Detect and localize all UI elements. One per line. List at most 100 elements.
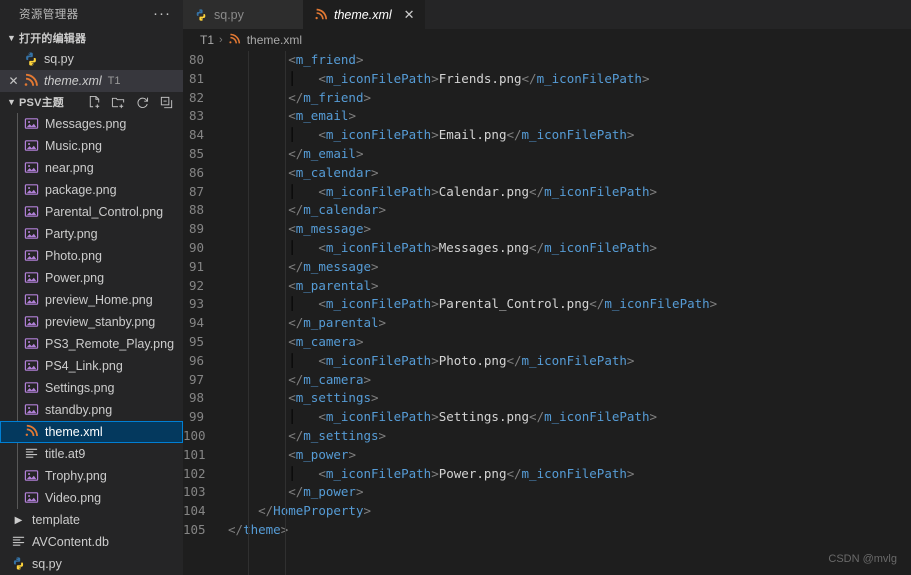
code-line[interactable]: 97 </m_camera> xyxy=(183,371,911,390)
open-editors-header[interactable]: ▼ 打开的编辑器 xyxy=(0,27,183,48)
close-icon[interactable]: ✕ xyxy=(404,7,415,23)
code-line[interactable]: 83 <m_email> xyxy=(183,107,911,126)
file-tree-item-label: Settings.png xyxy=(45,381,115,396)
tab-theme-xml[interactable]: theme.xml ✕ xyxy=(303,0,425,29)
code-line[interactable]: 85 </m_email> xyxy=(183,145,911,164)
code-line[interactable]: 93 │ <m_iconFilePath>Parental_Control.pn… xyxy=(183,295,911,314)
refresh-icon[interactable] xyxy=(135,95,150,110)
code-line[interactable]: 80 <m_friend> xyxy=(183,51,911,70)
file-tree-item[interactable]: package.png xyxy=(0,179,183,202)
generic-file-icon xyxy=(11,534,27,550)
tab-bar-empty-space xyxy=(424,0,911,29)
code-line-content: <m_settings> xyxy=(288,390,379,406)
line-number: 101 xyxy=(183,446,206,462)
file-tree-item[interactable]: Party.png xyxy=(0,223,183,246)
file-tree-item[interactable]: Trophy.png xyxy=(0,465,183,488)
open-editor-label: theme.xml xyxy=(44,73,102,88)
code-editor[interactable]: 80 <m_friend> 81 │ <m_iconFilePath>Friend… xyxy=(183,51,911,575)
image-file-icon xyxy=(24,270,40,286)
code-line[interactable]: 103 </m_power> xyxy=(183,483,911,502)
open-editor-item-theme-xml[interactable]: ✕ theme.xml T1 xyxy=(0,70,183,92)
line-number: 82 xyxy=(188,89,204,105)
file-tree-item[interactable]: Power.png xyxy=(0,267,183,290)
file-tree-item-label: AVContent.db xyxy=(32,535,109,550)
folding-divider xyxy=(285,51,286,575)
line-number: 96 xyxy=(188,352,204,368)
code-line[interactable]: 99 │ <m_iconFilePath>Settings.png</m_ico… xyxy=(183,408,911,427)
line-number: 94 xyxy=(188,315,204,331)
code-line[interactable]: 91 </m_message> xyxy=(183,258,911,277)
code-line[interactable]: 88 </m_calendar> xyxy=(183,201,911,220)
code-line-content: │ <m_iconFilePath>Power.png</m_iconFileP… xyxy=(228,465,635,481)
tab-sq-py[interactable]: sq.py xyxy=(183,0,303,29)
breadcrumb-file[interactable]: theme.xml xyxy=(247,33,302,47)
file-tree-item[interactable]: Video.png xyxy=(0,487,183,510)
line-number: 97 xyxy=(188,371,204,387)
file-tree-item[interactable]: preview_stanby.png xyxy=(0,311,183,334)
line-number: 84 xyxy=(188,127,204,143)
code-line[interactable]: 94 </m_parental> xyxy=(183,314,911,333)
new-folder-icon[interactable] xyxy=(111,95,126,110)
file-tree-item-label: Video.png xyxy=(45,491,102,506)
folder-collapsed-icon: ▶ xyxy=(14,515,23,527)
code-line[interactable]: 96 │ <m_iconFilePath>Photo.png</m_iconFi… xyxy=(183,352,911,371)
code-line[interactable]: 104 </HomeProperty> xyxy=(183,502,911,521)
file-tree-item-label: template xyxy=(32,513,80,528)
open-editor-item-sq-py[interactable]: sq.py xyxy=(0,49,183,70)
tree-indent-guide xyxy=(17,135,18,158)
code-line[interactable]: 100 </m_settings> xyxy=(183,427,911,446)
collapse-all-icon[interactable] xyxy=(159,95,174,110)
xml-file-icon xyxy=(24,424,40,440)
file-tree-item[interactable]: Messages.png xyxy=(0,113,183,136)
code-line[interactable]: 84 │ <m_iconFilePath>Email.png</m_iconFi… xyxy=(183,126,911,145)
tree-indent-guide xyxy=(17,465,18,488)
project-folder-header[interactable]: ▼ PSV主题 xyxy=(0,92,183,113)
file-tree-item[interactable]: near.png xyxy=(0,157,183,180)
file-tree-item[interactable]: Photo.png xyxy=(0,245,183,268)
close-icon[interactable]: ✕ xyxy=(4,74,23,88)
code-line[interactable]: 82 </m_friend> xyxy=(183,89,911,108)
xml-file-icon xyxy=(314,8,328,22)
code-line[interactable]: 92 <m_parental> xyxy=(183,277,911,296)
image-file-icon xyxy=(24,116,40,132)
code-line[interactable]: 95 <m_camera> xyxy=(183,333,911,352)
generic-file-icon xyxy=(24,446,40,462)
line-number: 88 xyxy=(188,202,204,218)
code-line[interactable]: 101 <m_power> xyxy=(183,446,911,465)
code-line[interactable]: 90 │ <m_iconFilePath>Messages.png</m_ico… xyxy=(183,239,911,258)
file-tree-item[interactable]: AVContent.db xyxy=(0,531,183,553)
image-file-icon xyxy=(24,358,40,374)
file-tree-item-label: package.png xyxy=(45,183,117,198)
code-line-content: │ <m_iconFilePath>Messages.png</m_iconFi… xyxy=(228,239,657,255)
code-line-content: </m_message> xyxy=(288,258,379,274)
file-tree-item[interactable]: Music.png xyxy=(0,135,183,158)
line-number: 85 xyxy=(188,145,204,161)
file-tree-item[interactable]: preview_Home.png xyxy=(0,289,183,312)
tree-indent-guide xyxy=(17,113,18,136)
breadcrumb-root[interactable]: T1 xyxy=(200,33,214,47)
code-line-content: </m_calendar> xyxy=(288,202,387,218)
image-file-icon xyxy=(24,204,40,220)
code-line[interactable]: 105 </theme> xyxy=(183,521,911,540)
code-line[interactable]: 102 │ <m_iconFilePath>Power.png</m_iconF… xyxy=(183,465,911,484)
line-number: 105 xyxy=(183,521,206,537)
file-tree-item[interactable]: theme.xml xyxy=(0,421,183,444)
tab-label: theme.xml xyxy=(334,7,392,22)
line-number: 91 xyxy=(188,258,204,274)
code-line[interactable]: 87 │ <m_iconFilePath>Calendar.png</m_ico… xyxy=(183,183,911,202)
code-line[interactable]: 86 <m_calendar> xyxy=(183,164,911,183)
new-file-icon[interactable] xyxy=(87,95,102,110)
more-actions-icon[interactable]: ··· xyxy=(153,6,175,21)
file-tree-item[interactable]: PS3_Remote_Play.png xyxy=(0,333,183,356)
file-tree-item[interactable]: Settings.png xyxy=(0,377,183,400)
file-tree-item[interactable]: Parental_Control.png xyxy=(0,201,183,224)
file-tree-item[interactable]: standby.png xyxy=(0,399,183,422)
file-tree-item[interactable]: ▶ template xyxy=(0,509,183,531)
code-line[interactable]: 98 <m_settings> xyxy=(183,389,911,408)
code-line[interactable]: 81 │ <m_iconFilePath>Friends.png</m_icon… xyxy=(183,70,911,89)
file-tree-item[interactable]: title.at9 xyxy=(0,443,183,466)
file-tree-item-label: preview_Home.png xyxy=(45,293,153,308)
code-line[interactable]: 89 <m_message> xyxy=(183,220,911,239)
file-tree-item[interactable]: PS4_Link.png xyxy=(0,355,183,378)
file-tree-item[interactable]: sq.py xyxy=(0,553,183,575)
